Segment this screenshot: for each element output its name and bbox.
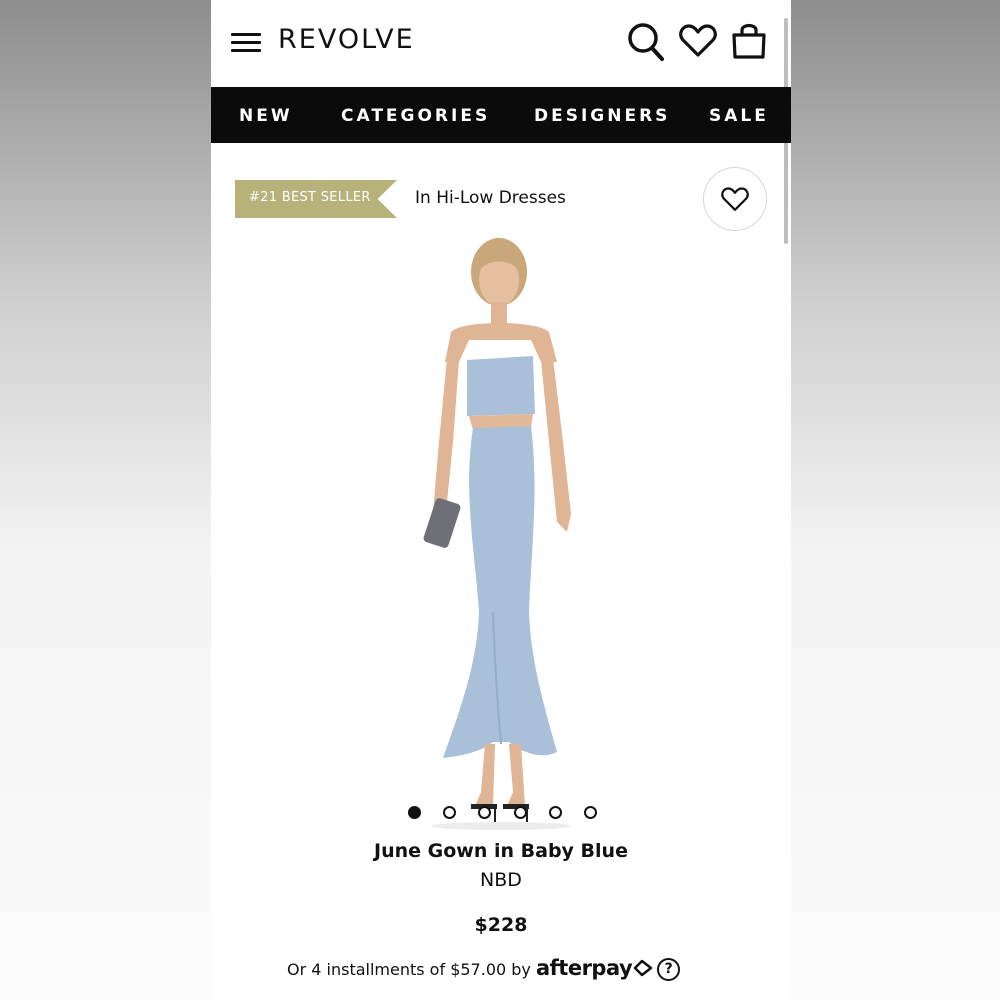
heart-icon[interactable] bbox=[679, 24, 717, 62]
main-nav: NEW CATEGORIES DESIGNERS SALE bbox=[211, 87, 791, 143]
carousel-dot-5[interactable] bbox=[549, 806, 562, 819]
add-to-wishlist-button[interactable] bbox=[703, 167, 767, 231]
product-brand[interactable]: NBD bbox=[211, 869, 791, 891]
search-icon[interactable] bbox=[627, 22, 665, 66]
shopping-bag-icon[interactable] bbox=[730, 20, 768, 64]
carousel-dot-4[interactable] bbox=[514, 806, 527, 819]
background-right bbox=[791, 0, 1000, 1000]
nav-item-sale[interactable]: SALE bbox=[709, 106, 769, 126]
afterpay-installments: Or 4 installments of $57.00 by afterpay … bbox=[287, 956, 681, 981]
menu-icon[interactable] bbox=[231, 33, 261, 53]
carousel-dot-1[interactable] bbox=[408, 806, 421, 819]
help-icon[interactable]: ? bbox=[657, 958, 681, 981]
afterpay-logo[interactable]: afterpay bbox=[536, 956, 633, 980]
carousel-dot-2[interactable] bbox=[443, 806, 456, 819]
category-link[interactable]: In Hi-Low Dresses bbox=[415, 188, 566, 208]
carousel-dot-3[interactable] bbox=[478, 806, 491, 819]
nav-item-new[interactable]: NEW bbox=[239, 106, 293, 126]
afterpay-arrows-icon bbox=[633, 959, 653, 977]
site-header: REVOLVE bbox=[211, 0, 791, 244]
nav-item-designers[interactable]: DESIGNERS bbox=[534, 106, 670, 126]
carousel-dot-6[interactable] bbox=[584, 806, 597, 819]
product-price: $228 bbox=[474, 914, 528, 936]
heart-outline-icon bbox=[721, 187, 749, 211]
installments-text: Or 4 installments of $57.00 by bbox=[287, 960, 531, 979]
best-seller-ribbon: #21 BEST SELLER bbox=[235, 180, 397, 218]
product-title: June Gown in Baby Blue bbox=[374, 840, 628, 862]
phone-screen: REVOLVE NEW CATEGORIES DESIGNERS SALE #2… bbox=[211, 0, 791, 1000]
product-image[interactable] bbox=[381, 232, 621, 832]
best-seller-label: #21 BEST SELLER bbox=[249, 190, 371, 205]
nav-item-categories[interactable]: CATEGORIES bbox=[341, 106, 490, 126]
site-logo[interactable]: REVOLVE bbox=[278, 24, 415, 55]
background-left bbox=[0, 0, 211, 1000]
